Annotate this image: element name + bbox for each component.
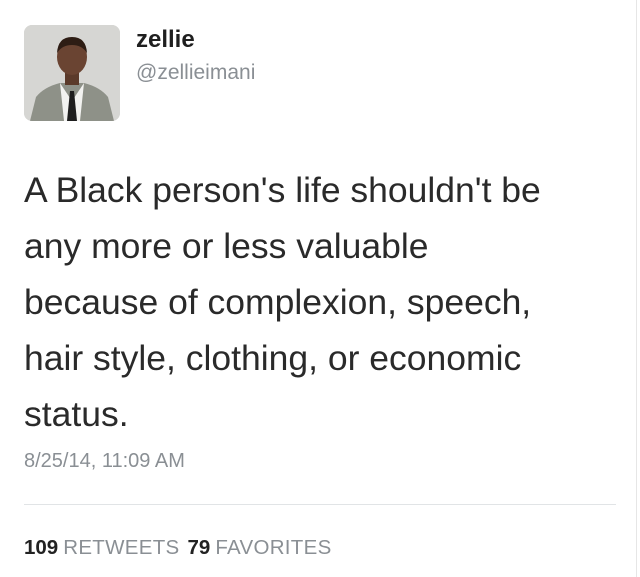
card-edge	[636, 0, 637, 577]
tweet-text-line: status.	[24, 394, 129, 434]
tweet-text-line: any more or less valuable	[24, 226, 429, 266]
tweet-stats: 109 RETWEETS 79 FAVORITES	[24, 536, 332, 560]
display-name[interactable]: zellie	[136, 26, 195, 54]
tweet-text-line: hair style, clothing, or economic	[24, 338, 522, 378]
retweets-stat[interactable]: 109 RETWEETS	[24, 536, 180, 559]
user-handle[interactable]: @zellieimani	[136, 60, 255, 86]
avatar[interactable]	[24, 25, 120, 121]
favorites-count: 79	[187, 536, 211, 559]
avatar-image	[24, 25, 120, 121]
favorites-label: FAVORITES	[215, 536, 332, 559]
retweets-count: 109	[24, 536, 59, 559]
retweets-label: RETWEETS	[63, 536, 180, 559]
favorites-stat[interactable]: 79 FAVORITES	[188, 536, 332, 559]
divider	[24, 504, 616, 505]
tweet-timestamp[interactable]: 8/25/14, 11:09 AM	[24, 449, 185, 473]
tweet-text-line: A Black person's life shouldn't be	[24, 170, 541, 210]
tweet-text: A Black person's life shouldn't be any m…	[24, 162, 614, 442]
tweet-card: zellie @zellieimani A Black person's lif…	[0, 0, 640, 577]
tweet-text-line: because of complexion, speech,	[24, 282, 532, 322]
